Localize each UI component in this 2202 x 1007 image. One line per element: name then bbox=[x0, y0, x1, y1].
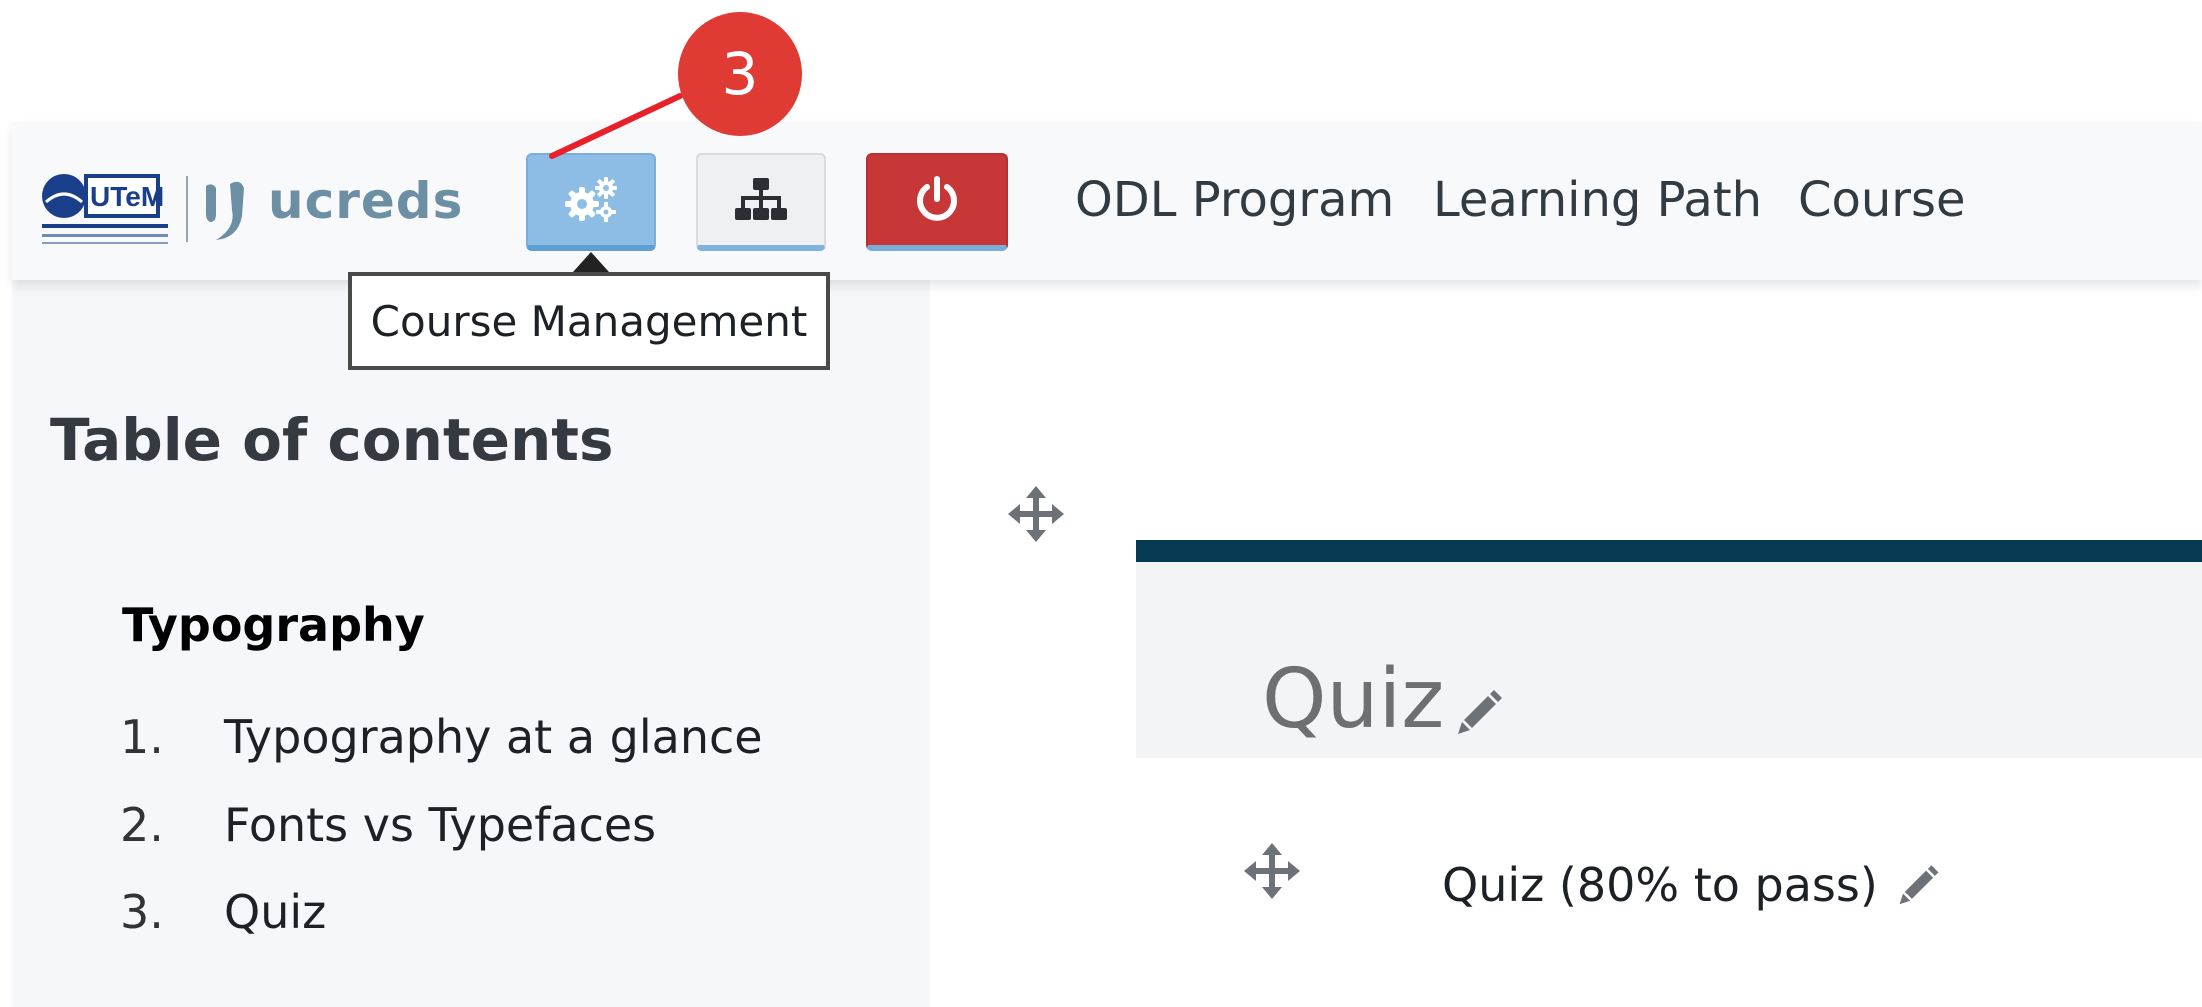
svg-text:UTeM: UTeM bbox=[90, 181, 164, 212]
section-accent-bar bbox=[1136, 540, 2202, 562]
ucreds-mark-icon bbox=[206, 181, 244, 240]
gears-icon bbox=[565, 177, 617, 222]
power-icon bbox=[917, 176, 957, 221]
nav-link-learning-path[interactable]: Learning Path bbox=[1433, 172, 1762, 228]
top-margin bbox=[0, 0, 2202, 122]
course-management-tooltip: Course Management bbox=[348, 272, 830, 370]
toc-item-number: 1. bbox=[120, 710, 164, 764]
edit-pencil-icon[interactable] bbox=[1896, 860, 1942, 906]
utem-logo[interactable]: UTeM bbox=[38, 172, 172, 248]
move-activity-icon[interactable] bbox=[1244, 843, 1300, 899]
logo-divider bbox=[186, 176, 188, 242]
toc-section-heading: Typography bbox=[122, 598, 425, 652]
logout-button[interactable] bbox=[866, 153, 1008, 251]
toc-title: Table of contents bbox=[50, 406, 614, 474]
move-section-icon[interactable] bbox=[1008, 486, 1064, 542]
nav-link-course[interactable]: Course bbox=[1798, 172, 1966, 228]
learning-structure-button[interactable] bbox=[696, 153, 826, 251]
sitemap-icon bbox=[735, 178, 787, 220]
ucreds-logo-text[interactable]: ucreds bbox=[268, 172, 463, 230]
toc-item-label[interactable]: Typography at a glance bbox=[224, 710, 763, 764]
edit-pencil-icon[interactable] bbox=[1454, 684, 1506, 736]
callout-badge: 3 bbox=[678, 12, 802, 136]
toc-item-number: 2. bbox=[120, 798, 164, 852]
quiz-activity-link[interactable]: Quiz (80% to pass) bbox=[1442, 858, 1878, 912]
tooltip-arrow bbox=[573, 252, 609, 272]
nav-link-odl-program[interactable]: ODL Program bbox=[1075, 172, 1394, 228]
course-management-button[interactable] bbox=[526, 153, 656, 251]
toc-item-label[interactable]: Quiz bbox=[224, 885, 326, 939]
section-title: Quiz bbox=[1262, 652, 1445, 747]
toc-item-label[interactable]: Fonts vs Typefaces bbox=[224, 798, 656, 852]
toc-item-number: 3. bbox=[120, 885, 164, 939]
